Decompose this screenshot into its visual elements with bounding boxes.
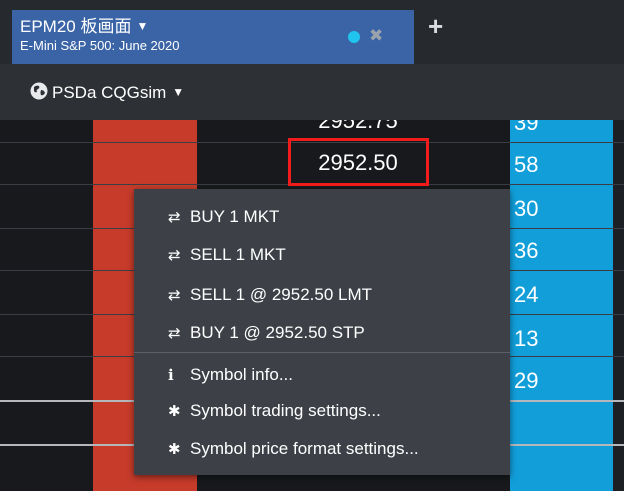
menu-item-label: BUY 1 @ 2952.50 STP [190, 323, 365, 342]
transfer-icon: ⇄ [168, 247, 181, 264]
menu-item-price-format-settings[interactable]: ✱ Symbol price format settings... [168, 435, 419, 463]
transfer-icon: ⇄ [168, 209, 181, 226]
menu-item-symbol-info[interactable]: ℹ Symbol info... [168, 361, 293, 389]
price-cell[interactable]: 2952.75 [288, 120, 428, 134]
menu-item-sell-mkt[interactable]: ⇄ SELL 1 MKT [168, 241, 286, 269]
tab-epm20[interactable]: EPM20 板画面 ▼ E-Mini S&P 500: June 2020 ✖ [12, 10, 414, 64]
menu-item-label: Symbol info... [190, 365, 293, 384]
gear-icon: ✱ [168, 403, 181, 420]
account-selector[interactable]: PSDa CQGsim ▼ [52, 82, 184, 103]
globe-icon [30, 82, 48, 100]
account-label: PSDa CQGsim [52, 83, 167, 102]
menu-item-label: Symbol price format settings... [190, 439, 419, 458]
ask-qty[interactable]: 58 [514, 152, 538, 178]
tab-title-text: EPM20 板画面 [20, 17, 132, 36]
ask-qty[interactable]: 24 [514, 282, 538, 308]
menu-item-buy-mkt[interactable]: ⇄ BUY 1 MKT [168, 203, 279, 231]
add-tab-button[interactable]: + [428, 13, 443, 39]
menu-item-label: BUY 1 MKT [190, 207, 280, 226]
ask-qty[interactable]: 29 [514, 368, 538, 394]
close-icon[interactable]: ✖ [369, 26, 383, 46]
chevron-down-icon[interactable]: ▼ [136, 19, 148, 33]
menu-item-buy-stp[interactable]: ⇄ BUY 1 @ 2952.50 STP [168, 319, 365, 347]
chevron-down-icon: ▼ [172, 85, 185, 99]
menu-item-label: SELL 1 @ 2952.50 LMT [190, 285, 373, 304]
gear-icon: ✱ [168, 441, 181, 458]
info-icon: ℹ [168, 367, 174, 384]
menu-item-trading-settings[interactable]: ✱ Symbol trading settings... [168, 397, 381, 425]
menu-item-sell-lmt[interactable]: ⇄ SELL 1 @ 2952.50 LMT [168, 281, 372, 309]
ask-qty[interactable]: 39 [514, 120, 538, 136]
ask-qty[interactable]: 36 [514, 238, 538, 264]
ladder-right-edge [613, 120, 624, 491]
transfer-icon: ⇄ [168, 287, 181, 304]
tab-title: EPM20 板画面 ▼ [20, 16, 148, 37]
ask-qty[interactable]: 30 [514, 196, 538, 222]
menu-item-label: SELL 1 MKT [190, 245, 286, 264]
status-dot-icon [348, 31, 360, 43]
menu-separator [134, 352, 510, 353]
menu-item-label: Symbol trading settings... [190, 401, 381, 420]
transfer-icon: ⇄ [168, 325, 181, 342]
context-menu: ⇄ BUY 1 MKT ⇄ SELL 1 MKT ⇄ SELL 1 @ 2952.50… [134, 189, 510, 475]
ask-qty[interactable]: 13 [514, 326, 538, 352]
tab-subtitle: E-Mini S&P 500: June 2020 [20, 38, 180, 53]
tab-bar: EPM20 板画面 ▼ E-Mini S&P 500: June 2020 ✖ + [0, 0, 624, 64]
selected-price-highlight [288, 138, 429, 186]
